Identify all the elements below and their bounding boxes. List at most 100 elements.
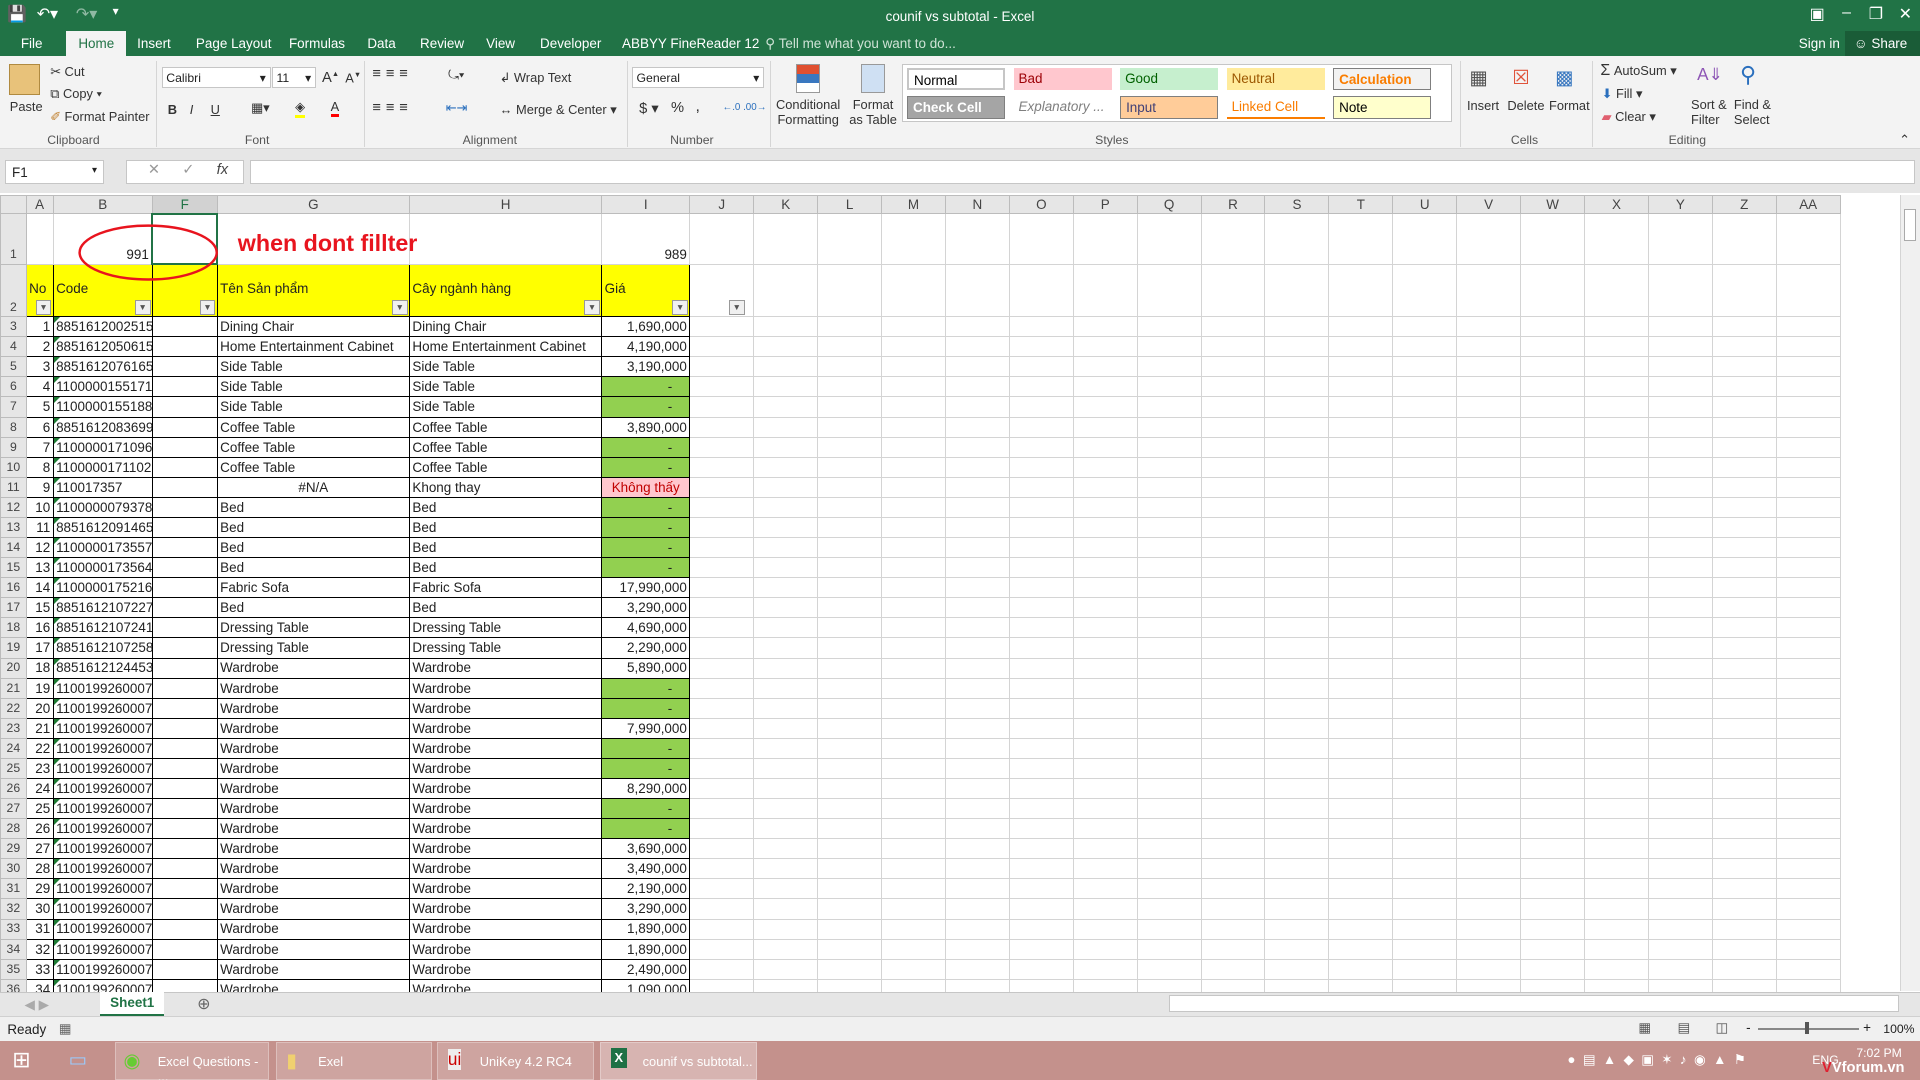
cell[interactable] bbox=[1647, 637, 1713, 659]
cell-product-name[interactable]: Bed bbox=[216, 516, 410, 539]
currency-button[interactable]: $ ▾ bbox=[639, 100, 659, 117]
cell[interactable] bbox=[1584, 677, 1649, 699]
cell[interactable] bbox=[1775, 717, 1841, 739]
borders-icon[interactable]: ▦▾ bbox=[251, 100, 270, 116]
cell[interactable] bbox=[1072, 617, 1138, 639]
cell[interactable] bbox=[1647, 376, 1713, 398]
cell[interactable] bbox=[1136, 557, 1202, 579]
cell[interactable] bbox=[1008, 557, 1074, 579]
cell[interactable] bbox=[817, 577, 883, 599]
cell[interactable] bbox=[1775, 838, 1841, 860]
cell-f[interactable] bbox=[151, 376, 218, 398]
cell-f[interactable] bbox=[151, 838, 218, 860]
cell[interactable] bbox=[1072, 777, 1138, 800]
cell[interactable] bbox=[1264, 657, 1330, 679]
cell[interactable] bbox=[1775, 938, 1841, 960]
cell-no[interactable]: 14 bbox=[25, 577, 54, 599]
row-header[interactable]: 12 bbox=[0, 496, 27, 518]
cell[interactable] bbox=[1647, 577, 1713, 599]
cell[interactable] bbox=[817, 396, 883, 418]
windows-start-icon[interactable]: ⊞ bbox=[12, 1047, 30, 1073]
cell[interactable] bbox=[1200, 416, 1266, 438]
column-header-n[interactable]: N bbox=[944, 194, 1010, 215]
cell-product-name[interactable]: Side Table bbox=[216, 376, 410, 398]
cell[interactable] bbox=[1520, 496, 1586, 518]
cell[interactable] bbox=[944, 717, 1010, 739]
cell[interactable] bbox=[881, 213, 946, 265]
task-view-icon[interactable]: ▭ bbox=[69, 1048, 88, 1072]
close-button[interactable]: ✕ bbox=[1893, 4, 1917, 24]
cell[interactable] bbox=[1136, 476, 1202, 498]
cell[interactable] bbox=[1072, 757, 1138, 779]
cell[interactable] bbox=[1456, 476, 1522, 498]
cell[interactable] bbox=[1520, 356, 1586, 378]
cell-price[interactable]: Không thấy bbox=[601, 476, 691, 498]
cell[interactable] bbox=[817, 597, 883, 619]
cell[interactable] bbox=[1775, 496, 1841, 518]
cell[interactable] bbox=[1584, 657, 1649, 679]
cell-code[interactable]: 8851612091465 bbox=[52, 516, 153, 539]
cell[interactable] bbox=[1072, 263, 1138, 318]
row-header[interactable]: 23 bbox=[0, 717, 27, 739]
cell[interactable] bbox=[1711, 777, 1777, 800]
cell-product-name[interactable]: Bed bbox=[216, 496, 410, 518]
tab-page-layout[interactable]: Page Layout bbox=[196, 36, 272, 51]
cell[interactable] bbox=[1200, 737, 1266, 759]
row-header[interactable]: 24 bbox=[0, 737, 27, 759]
cell[interactable] bbox=[881, 557, 946, 579]
cell[interactable] bbox=[1328, 838, 1394, 860]
row-header[interactable]: 8 bbox=[0, 416, 27, 438]
cell-code[interactable]: 1100000175216 bbox=[52, 577, 153, 599]
cell[interactable] bbox=[944, 336, 1010, 358]
zoom-level[interactable]: 100% bbox=[1883, 1022, 1914, 1036]
row-header[interactable]: 9 bbox=[0, 436, 27, 458]
paste-button[interactable]: Paste bbox=[10, 99, 43, 114]
cell[interactable] bbox=[1200, 577, 1266, 599]
cell-category[interactable]: Bed bbox=[408, 557, 603, 579]
comma-button[interactable]: , bbox=[696, 98, 700, 116]
cell[interactable] bbox=[817, 757, 883, 779]
cell[interactable] bbox=[881, 798, 946, 820]
cell-f[interactable] bbox=[151, 456, 218, 478]
cell-f[interactable] bbox=[151, 717, 218, 739]
row-header[interactable]: 15 bbox=[0, 557, 27, 579]
zoom-slider[interactable]: - + bbox=[1746, 1020, 1871, 1037]
cell[interactable] bbox=[1647, 938, 1713, 960]
cell[interactable] bbox=[1584, 557, 1649, 579]
cell[interactable] bbox=[1647, 336, 1713, 358]
cell[interactable] bbox=[881, 516, 946, 539]
format-painter-button[interactable]: ✐ Format Painter bbox=[50, 109, 149, 125]
cell[interactable] bbox=[1264, 757, 1330, 779]
cell[interactable] bbox=[817, 737, 883, 759]
cell[interactable] bbox=[1392, 396, 1458, 418]
cell[interactable] bbox=[881, 838, 946, 860]
cell[interactable] bbox=[817, 677, 883, 699]
cell[interactable] bbox=[1008, 657, 1074, 679]
cell[interactable] bbox=[1200, 376, 1266, 398]
cell[interactable] bbox=[1072, 717, 1138, 739]
cell[interactable] bbox=[881, 496, 946, 518]
column-header-aa[interactable]: AA bbox=[1775, 194, 1841, 215]
cell[interactable] bbox=[1008, 878, 1074, 900]
cell[interactable] bbox=[1520, 557, 1586, 579]
cell[interactable] bbox=[1008, 637, 1074, 659]
cell[interactable] bbox=[944, 356, 1010, 378]
cell[interactable] bbox=[1775, 818, 1841, 840]
cell-code[interactable]: 110017357 bbox=[52, 476, 153, 498]
cell-product-name[interactable]: Wardrobe bbox=[216, 657, 410, 679]
cell[interactable] bbox=[753, 336, 819, 358]
cell[interactable] bbox=[1328, 757, 1394, 779]
cell[interactable] bbox=[1072, 376, 1138, 398]
tell-me-search[interactable]: ⚲ Tell me what you want to do... bbox=[765, 36, 956, 52]
cell[interactable] bbox=[1328, 657, 1394, 679]
cell[interactable] bbox=[1008, 396, 1074, 418]
cell-price[interactable]: 3,890,000 bbox=[601, 416, 691, 438]
cell[interactable] bbox=[944, 898, 1010, 920]
cell-f[interactable] bbox=[151, 436, 218, 458]
cell-code[interactable]: 1100000173564 bbox=[52, 557, 153, 579]
cell[interactable] bbox=[1072, 918, 1138, 940]
cell[interactable] bbox=[689, 918, 755, 940]
cell[interactable] bbox=[1072, 396, 1138, 418]
cell[interactable] bbox=[944, 516, 1010, 539]
cell[interactable] bbox=[1520, 898, 1586, 920]
